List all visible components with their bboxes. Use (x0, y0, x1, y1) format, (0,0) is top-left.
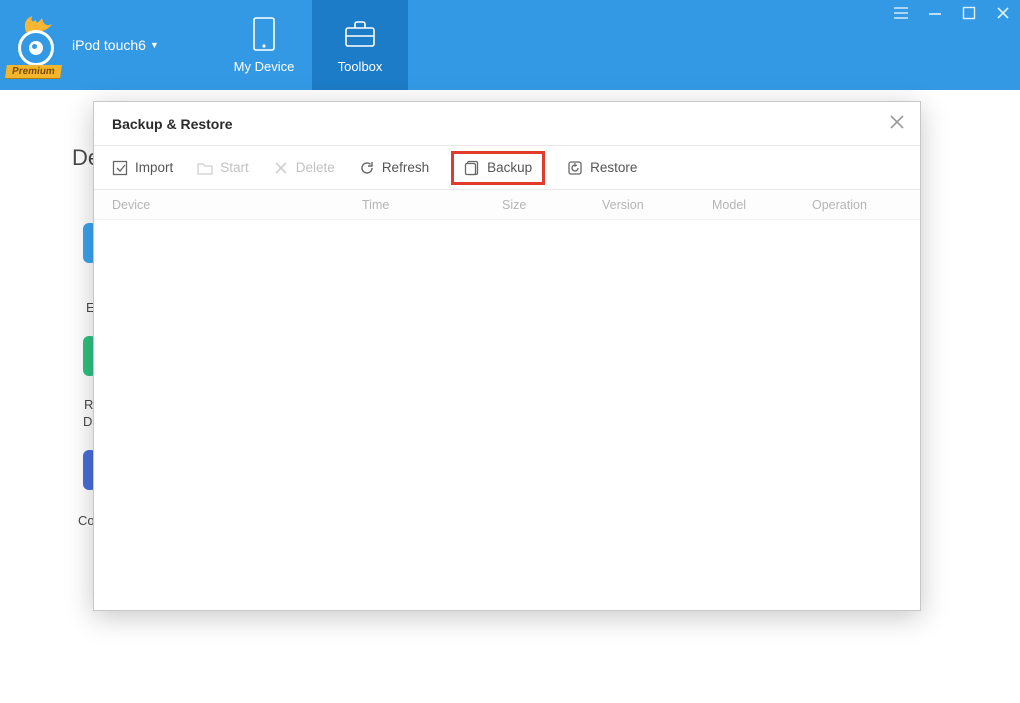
app-header: Premium iPod touch6 ▼ My Device Toolbox (0, 0, 1020, 90)
tab-label: Toolbox (338, 59, 383, 74)
col-time[interactable]: Time (362, 198, 502, 212)
import-button[interactable]: Import (112, 160, 173, 176)
device-name: iPod touch6 (72, 37, 146, 53)
logo-zone: Premium iPod touch6 ▼ (0, 0, 216, 90)
window-controls (892, 6, 1012, 24)
delete-button: Delete (273, 160, 335, 176)
tab-label: My Device (234, 59, 295, 74)
start-button: Start (197, 160, 249, 176)
eye-icon (18, 30, 54, 66)
device-icon (244, 17, 284, 51)
dialog-title: Backup & Restore (112, 116, 233, 132)
refresh-button[interactable]: Refresh (359, 160, 429, 176)
dialog-titlebar: Backup & Restore (94, 102, 920, 146)
tool-label: Backup (487, 160, 532, 175)
restore-button[interactable]: Restore (567, 160, 637, 176)
import-icon (112, 160, 128, 176)
app-logo: Premium (8, 16, 62, 74)
minimize-button[interactable] (926, 6, 944, 24)
col-size[interactable]: Size (502, 198, 602, 212)
tab-toolbox[interactable]: Toolbox (312, 0, 408, 90)
dialog-toolbar: Import Start Delete Refresh Backup (94, 146, 920, 190)
col-model[interactable]: Model (712, 198, 812, 212)
tool-label: Restore (590, 160, 637, 175)
backup-button[interactable]: Backup (451, 151, 545, 185)
chevron-down-icon: ▼ (150, 40, 159, 50)
nav-tabs: My Device Toolbox (216, 0, 408, 90)
col-operation[interactable]: Operation (812, 198, 912, 212)
backup-restore-dialog: Backup & Restore Import Start Delete (93, 101, 921, 611)
premium-badge: Premium (5, 65, 62, 78)
bg-label-2b: D (83, 414, 92, 429)
backup-icon (464, 160, 480, 176)
tool-label: Start (220, 160, 249, 175)
delete-icon (273, 160, 289, 176)
device-selector[interactable]: iPod touch6 ▼ (72, 37, 159, 53)
bg-label-2a: R (84, 397, 93, 412)
tab-my-device[interactable]: My Device (216, 0, 312, 90)
menu-icon[interactable] (892, 6, 910, 24)
maximize-button[interactable] (960, 6, 978, 24)
close-icon[interactable] (890, 113, 904, 134)
table-header-row: Device Time Size Version Model Operation (94, 190, 920, 220)
col-version[interactable]: Version (602, 198, 712, 212)
tool-label: Import (135, 160, 173, 175)
col-device[interactable]: Device (112, 198, 362, 212)
folder-icon (197, 160, 213, 176)
close-button[interactable] (994, 6, 1012, 24)
toolbox-icon (340, 17, 380, 51)
tool-label: Delete (296, 160, 335, 175)
refresh-icon (359, 160, 375, 176)
tool-label: Refresh (382, 160, 429, 175)
restore-icon (567, 160, 583, 176)
